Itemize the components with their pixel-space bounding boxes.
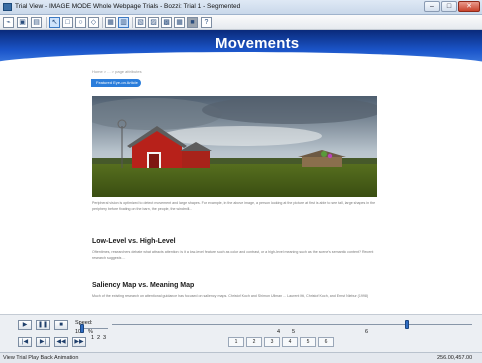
aoi-group-icon[interactable]: ▦ bbox=[174, 17, 185, 28]
timeline-tick-5: 5 bbox=[292, 329, 296, 335]
paragraph-saliency: Much of the existing research on attenti… bbox=[92, 294, 369, 298]
pause-button[interactable]: ❚❚ bbox=[36, 320, 50, 330]
speed-tick-2: 2 bbox=[97, 335, 101, 341]
page-button-1[interactable]: 1 bbox=[228, 337, 244, 347]
page-button-4[interactable]: 4 bbox=[282, 337, 298, 347]
page-button-5[interactable]: 5 bbox=[300, 337, 316, 347]
speed-slider[interactable] bbox=[82, 328, 108, 329]
step-forward-icon[interactable]: ▶| bbox=[36, 337, 50, 347]
stop-button[interactable]: ■ bbox=[54, 320, 68, 330]
rectangle-icon[interactable]: □ bbox=[62, 17, 73, 28]
speed-slider-thumb[interactable] bbox=[80, 324, 84, 333]
speed-tick-1: 1 bbox=[91, 335, 95, 341]
image-icon[interactable]: ▣ bbox=[17, 17, 28, 28]
heading-saliency: Saliency Map vs. Meaning Map bbox=[92, 282, 195, 289]
toolbar: ⌁ ▣ ▤ ↖ □ ○ ◇ ▦ ▥ ▧ ▨ ▩ ▦ ■ ? bbox=[0, 15, 482, 30]
split-icon[interactable]: ▥ bbox=[118, 17, 129, 28]
window-title: Trial View - IMAGE MODE Whole Webpage Tr… bbox=[15, 3, 241, 10]
playback-controls: ▶ ❚❚ ■ |◀ ▶| ◀◀ ▶▶ Speed: 100 % 1 2 3 4 … bbox=[0, 314, 482, 352]
breadcrumb: Home > ... > page attributes bbox=[92, 69, 142, 74]
hero-curve bbox=[0, 52, 482, 82]
featured-tag: Featured Eye-on Article bbox=[91, 79, 141, 87]
toolbar-separator bbox=[132, 17, 133, 28]
timeline-tick-6: 6 bbox=[365, 329, 369, 335]
chart-line-icon[interactable]: ⌁ bbox=[3, 17, 14, 28]
timeline-tick-4: 4 bbox=[277, 329, 281, 335]
timeline-slider[interactable] bbox=[112, 324, 472, 325]
fast-forward-icon[interactable]: ▶▶ bbox=[72, 337, 86, 347]
aoi-copy-icon[interactable]: ▨ bbox=[148, 17, 159, 28]
farm-photo bbox=[92, 96, 377, 197]
hero-title: Movements bbox=[215, 35, 300, 52]
play-button[interactable]: ▶ bbox=[18, 320, 32, 330]
aoi-icon[interactable]: ▧ bbox=[135, 17, 146, 28]
page-hero-banner: Movements bbox=[0, 30, 482, 82]
paragraph-intro: Peripheral vision is optimized to detect… bbox=[92, 201, 376, 211]
heading-low-high: Low-Level vs. High-Level bbox=[92, 238, 176, 245]
freeform-icon[interactable]: ◇ bbox=[88, 17, 99, 28]
ellipse-icon[interactable]: ○ bbox=[75, 17, 86, 28]
title-bar: Trial View - IMAGE MODE Whole Webpage Tr… bbox=[0, 0, 482, 15]
page-button-2[interactable]: 2 bbox=[246, 337, 262, 347]
trial-view-window: Trial View - IMAGE MODE Whole Webpage Tr… bbox=[0, 0, 482, 363]
app-icon bbox=[3, 3, 12, 11]
layout-icon[interactable]: ▤ bbox=[31, 17, 42, 28]
heatmap-icon[interactable]: ■ bbox=[187, 17, 198, 28]
aoi-save-icon[interactable]: ▩ bbox=[161, 17, 172, 28]
status-bar: View Trial Play Back Animation 256.00,45… bbox=[0, 352, 482, 363]
paragraph-low-high: Oftentimes, researchers debate what attr… bbox=[92, 250, 374, 260]
pointer-icon[interactable]: ↖ bbox=[49, 17, 60, 28]
page-button-6[interactable]: 6 bbox=[318, 337, 334, 347]
status-text: View Trial Play Back Animation bbox=[3, 355, 79, 361]
grid-icon[interactable]: ▦ bbox=[105, 17, 116, 28]
rewind-icon[interactable]: ◀◀ bbox=[54, 337, 68, 347]
close-button[interactable]: ✕ bbox=[458, 1, 480, 12]
help-icon[interactable]: ? bbox=[201, 17, 212, 28]
toolbar-separator bbox=[102, 17, 103, 28]
timeline-thumb[interactable] bbox=[405, 320, 410, 329]
speed-tick-3: 3 bbox=[103, 335, 107, 341]
step-back-icon[interactable]: |◀ bbox=[18, 337, 32, 347]
maximize-button[interactable]: □ bbox=[441, 1, 457, 12]
minimize-button[interactable]: – bbox=[424, 1, 440, 12]
cursor-coordinates: 256.00,457.00 bbox=[437, 355, 473, 361]
page-button-3[interactable]: 3 bbox=[264, 337, 280, 347]
stimulus-viewport[interactable]: Movements Home > ... > page attributes F… bbox=[0, 30, 482, 314]
toolbar-separator bbox=[46, 17, 47, 28]
